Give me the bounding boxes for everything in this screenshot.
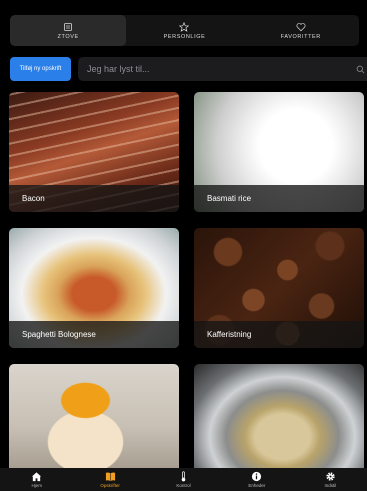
recipe-tab-bar: ZTOVE PERSONLIGE FAVORITTER [10,15,359,46]
nav-item-kontrol[interactable]: Kontrol [147,468,220,491]
search-icon[interactable] [356,65,365,74]
heart-icon [296,22,306,31]
bottom-nav: Hjem Opskrifter Kontrol Enheder Indstil [0,468,367,491]
nav-label: Kontrol [176,483,191,488]
tab-label: PERSONLIGE [163,33,206,40]
tab-label: FAVORITTER [280,33,321,40]
nav-item-opskrifter[interactable]: Opskrifter [73,468,146,491]
recipe-image [9,364,179,468]
home-icon [32,472,42,482]
recipe-title: Kafferistning [194,321,364,348]
recipe-card-spaghetti-bolognese[interactable]: Spaghetti Bolognese [9,228,179,348]
nav-item-hjem[interactable]: Hjem [0,468,73,491]
nav-label: Hjem [31,483,42,488]
nav-item-enheder[interactable]: Enheder [220,468,293,491]
recipe-card-basmati-rice[interactable]: Basmati rice [194,92,364,212]
tab-favoritter[interactable]: FAVORITTER [243,15,359,46]
recipe-title: Basmati rice [194,185,364,212]
list-icon [64,22,73,31]
nav-label: Enheder [248,483,266,488]
recipe-card-bacon[interactable]: Bacon [9,92,179,212]
search-bar[interactable] [78,57,367,81]
info-icon [252,471,262,482]
star-icon [179,21,190,32]
tab-ztove[interactable]: ZTOVE [10,15,127,46]
recipe-image [194,364,364,468]
recipe-title: Spaghetti Bolognese [9,321,179,348]
nav-label: Indstil [324,483,337,488]
search-input[interactable] [87,64,356,74]
recipe-title: Bacon [9,185,179,212]
action-row: Tilføj ny opskrift [10,57,367,81]
thermometer-icon [181,471,186,482]
recipe-card-egg[interactable] [9,364,179,468]
nav-label: Opskrifter [100,483,120,488]
nav-item-indstil[interactable]: Indstil [294,468,367,491]
tab-personlige[interactable]: PERSONLIGE [126,15,242,46]
add-recipe-button[interactable]: Tilføj ny opskrift [10,57,71,81]
recipe-card-kafferistning[interactable]: Kafferistning [194,228,364,348]
tab-label: ZTOVE [57,33,79,40]
recipe-card-soup[interactable] [194,364,364,468]
gear-icon [326,472,335,481]
book-icon [105,472,115,482]
